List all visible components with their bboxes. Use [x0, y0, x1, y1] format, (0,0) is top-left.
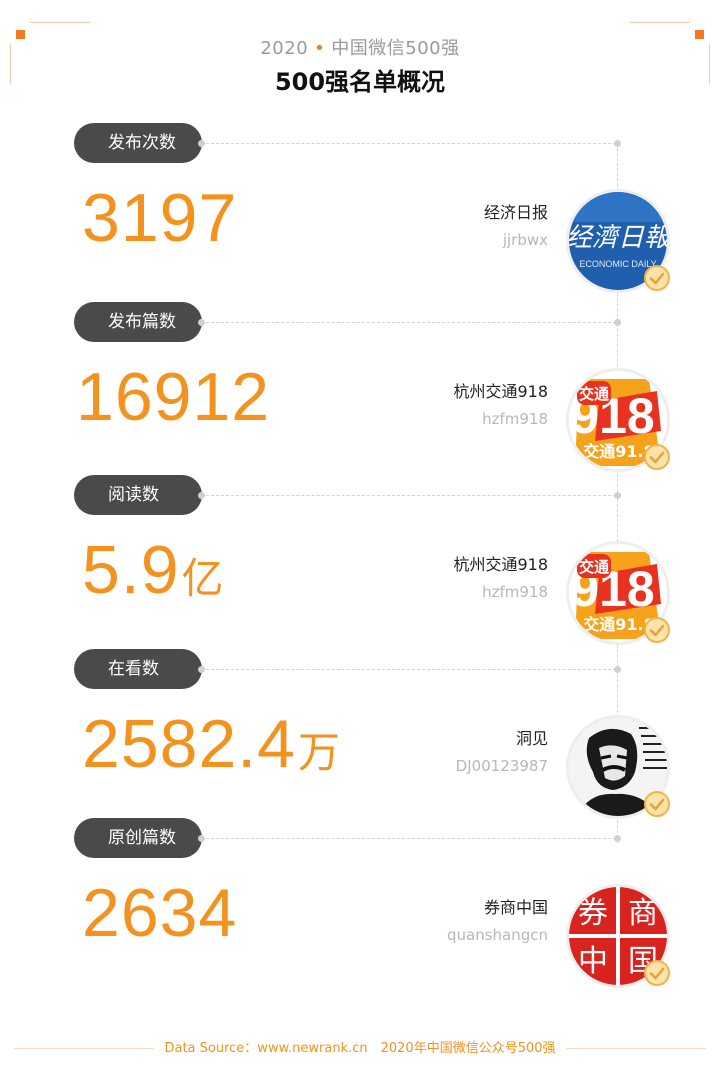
stat-value: 3197	[82, 179, 239, 257]
stat-value-unit: 万	[297, 729, 341, 776]
stat-value: 5.9亿	[82, 531, 225, 609]
stat-value-number: 2582.4	[82, 706, 296, 782]
account-avatar[interactable]: 918 交通 交通91.8	[566, 368, 670, 472]
subtitle-text: 中国微信500强	[331, 38, 460, 59]
stat-label-pill: 在看数	[74, 649, 202, 689]
corner-line-right	[630, 22, 690, 23]
stat-value-number: 2634	[82, 875, 238, 951]
stat-value: 2634	[82, 874, 239, 952]
subtitle-dot: •	[314, 38, 326, 59]
account-avatar[interactable]: 经濟日報 ECONOMIC DAILY	[566, 189, 670, 293]
stat-label-pill: 发布次数	[74, 123, 202, 163]
account-name[interactable]: 洞见	[516, 725, 548, 749]
subtitle-year: 2020	[260, 38, 309, 59]
stat-value-number: 5.9	[82, 532, 180, 608]
verified-badge-icon	[644, 265, 670, 291]
account-avatar[interactable]: 券 商 中 国	[566, 884, 670, 988]
account-avatar[interactable]: 918 交通 交通91.8	[566, 541, 670, 645]
stat-value-unit: 亿	[181, 555, 225, 602]
account-id: hzfm918	[482, 410, 548, 428]
account-id: hzfm918	[482, 583, 548, 601]
account-name[interactable]: 杭州交通918	[453, 551, 548, 575]
dashed-connector	[206, 143, 616, 144]
pill-dot	[198, 140, 205, 147]
logo-char: 商	[628, 896, 658, 931]
page-subtitle: 2020 • 中国微信500强	[0, 34, 720, 60]
dashed-connector	[206, 322, 616, 323]
account-id: jjrbwx	[502, 231, 548, 249]
pill-dot	[198, 492, 205, 499]
svg-text:经濟日報: 经濟日報	[569, 223, 667, 253]
logo-text-top: 交通	[579, 385, 609, 403]
page-title: 500强名单概况	[274, 68, 446, 96]
corner-line-left	[30, 22, 90, 23]
account-name[interactable]: 券商中国	[484, 894, 548, 918]
pill-dot	[198, 319, 205, 326]
logo-char: 券	[578, 896, 608, 931]
verified-badge-icon	[644, 444, 670, 470]
pill-dot	[198, 666, 205, 673]
timeline-dot	[614, 835, 621, 842]
account-avatar[interactable]	[566, 715, 670, 819]
dashed-connector	[206, 495, 616, 496]
timeline-dot	[614, 666, 621, 673]
verified-badge-icon	[644, 617, 670, 643]
stat-value: 2582.4万	[82, 705, 341, 783]
timeline-dot	[614, 140, 621, 147]
stat-label-pill: 原创篇数	[74, 818, 202, 858]
dashed-connector	[206, 669, 616, 670]
stat-value: 16912	[76, 358, 272, 436]
verified-badge-icon	[644, 791, 670, 817]
verified-badge-icon	[644, 960, 670, 986]
footer-source: Data Source：www.newrank.cn 2020年中国微信公众号5…	[164, 1041, 556, 1056]
logo-text-top: 交通	[579, 558, 609, 576]
timeline-dot	[614, 492, 621, 499]
account-name[interactable]: 杭州交通918	[453, 378, 548, 402]
account-id: quanshangcn	[446, 926, 548, 944]
account-name[interactable]: 经济日报	[484, 199, 548, 223]
logo-char: 中	[578, 944, 608, 979]
dashed-connector	[206, 838, 616, 839]
stat-value-number: 3197	[82, 180, 238, 256]
stat-value-number: 16912	[76, 359, 271, 435]
account-id: DJ00123987	[455, 757, 548, 775]
stat-label-pill: 发布篇数	[74, 302, 202, 342]
pill-dot	[198, 835, 205, 842]
timeline-dot	[614, 319, 621, 326]
stat-label-pill: 阅读数	[74, 475, 202, 515]
